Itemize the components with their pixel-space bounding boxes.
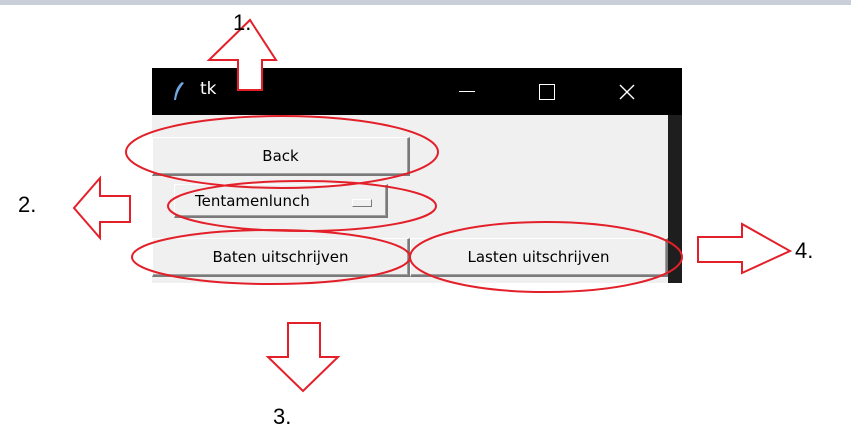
option-menu-value: Tentamenlunch — [195, 191, 310, 210]
lasten-uitschrijven-button[interactable]: Lasten uitschrijven — [410, 238, 668, 277]
back-button-label: Back — [262, 147, 299, 165]
top-border-strip — [0, 0, 851, 5]
annotation-label-3: 3. — [273, 404, 292, 429]
close-button[interactable] — [604, 68, 650, 115]
annotation-label-1: 1. — [233, 10, 252, 35]
window-title: tk — [200, 79, 217, 99]
arrow-left-icon — [72, 175, 131, 241]
arrow-right-icon — [697, 222, 793, 275]
back-button[interactable]: Back — [152, 137, 410, 176]
option-menu-indicator-icon — [352, 199, 372, 207]
arrow-down-icon — [265, 322, 341, 393]
lasten-button-label: Lasten uitschrijven — [467, 248, 610, 266]
minimize-icon — [459, 91, 475, 92]
minimize-button[interactable] — [444, 68, 490, 115]
tk-feather-icon — [174, 82, 184, 100]
close-icon — [619, 84, 635, 99]
maximize-icon — [539, 83, 555, 100]
annotation-label-2: 2. — [18, 192, 37, 217]
window-background-edge — [668, 115, 682, 283]
tk-window: tk Back Tentamenlunch Baten uitschrijven… — [152, 68, 682, 283]
title-bar[interactable]: tk — [152, 68, 682, 115]
maximize-button[interactable] — [524, 68, 570, 115]
option-menu[interactable]: Tentamenlunch — [174, 184, 388, 218]
annotation-label-4: 4. — [795, 238, 814, 263]
baten-uitschrijven-button[interactable]: Baten uitschrijven — [152, 238, 410, 277]
baten-button-label: Baten uitschrijven — [212, 248, 349, 266]
